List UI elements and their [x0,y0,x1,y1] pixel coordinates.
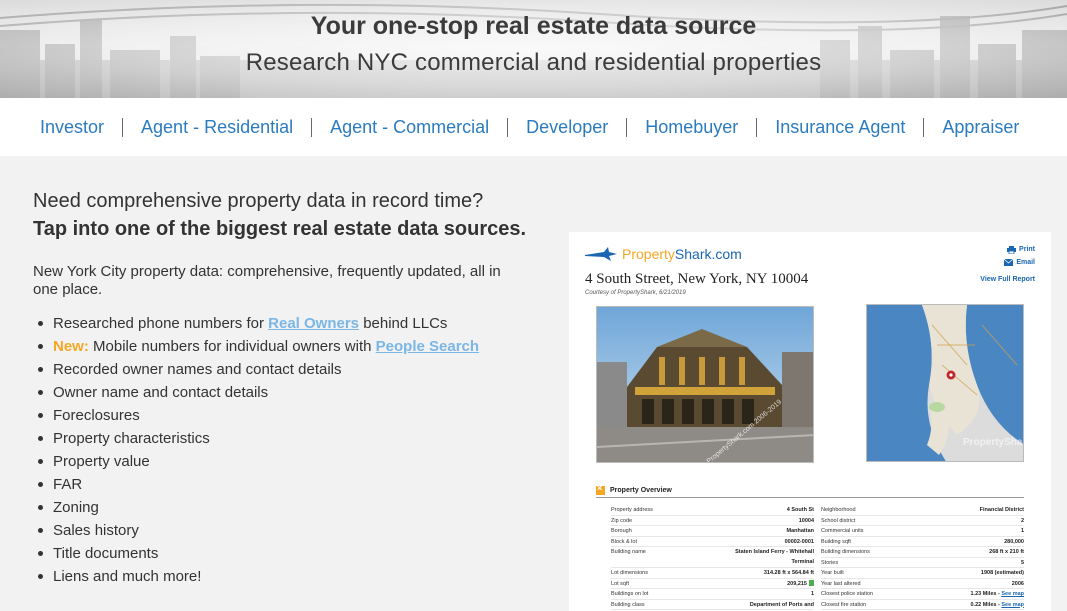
full-report-link[interactable]: View Full Report [980,273,1035,286]
print-action[interactable]: Print [980,243,1035,256]
shark-icon [585,247,617,261]
feature-list: Researched phone numbers for Real Owners… [37,315,479,592]
envelope-icon [1004,259,1014,266]
list-item: Property characteristics [37,431,479,454]
printer-icon [1007,245,1017,254]
list-item: Zoning [37,500,479,523]
property-overview-header[interactable]: Property Overview [596,483,672,495]
nav-appraiser[interactable]: Appraiser [923,117,1037,137]
real-owners-link[interactable]: Real Owners [268,315,359,332]
table-row: Borough Manhattan [611,526,814,537]
map-watermark: PropertyShark [963,437,1024,448]
nav-agent-commercial[interactable]: Agent - Commercial [311,117,507,137]
overview-title: Property Overview [610,487,672,494]
list-item: Recorded owner names and contact details [37,362,479,385]
ferry-terminal-illustration: © PropertyShark.com 2006-2019 [597,307,813,462]
collapse-icon [596,483,605,495]
hero-subheadline: Research NYC commercial and residential … [245,49,822,76]
table-row: Year last altered 2006 [821,579,1024,589]
feature-item-phone: Researched phone numbers for Real Owners… [37,315,479,339]
table-row: Building sqft 280,000 [821,537,1024,547]
nav-developer[interactable]: Developer [507,117,626,137]
fire-see-map-link[interactable]: See map [1001,602,1024,608]
list-item: Property value [37,454,479,477]
list-item: Foreclosures [37,408,479,431]
table-row: Closest fire station 0.22 Miles - See map [821,600,1024,610]
table-row: Commercial units 1 [821,526,1024,537]
feature-item-mobile: New: Mobile numbers for individual owner… [37,338,479,362]
intro-tagline: Tap into one of the biggest real estate … [33,218,527,240]
list-item: Sales history [37,523,479,546]
feature-text: behind LLCs [363,315,448,332]
audience-nav: Investor Agent - Residential Agent - Com… [0,98,1067,156]
report-address: 4 South Street, New York, NY 10004 [585,271,809,287]
table-row: Block & lot 00002-0001 [611,537,814,547]
intro-description: New York City property data: comprehensi… [33,263,501,298]
hero-banner: Your one-stop real estate data source Re… [0,0,1067,98]
sample-report-card: PropertyShark.com Print Email View Full … [569,232,1051,611]
table-row: Neighborhood Financial District [821,505,1024,516]
nav-agent-residential[interactable]: Agent - Residential [122,117,311,137]
report-courtesy: Courtesy of PropertyShark, 6/21/2019 [585,290,686,296]
overview-divider [596,497,1024,498]
nav-homebuyer[interactable]: Homebuyer [626,117,756,137]
map-illustration: PropertyShark [867,305,1024,461]
overview-left-column: Property address 4 South St Zip code 10004… [611,505,814,610]
intro-question: Need comprehensive property data in reco… [33,190,484,212]
overview-right-column: Neighborhood Financial District School di… [821,505,1024,610]
feature-text: Mobile numbers for individual owners wit… [93,338,372,355]
table-row: Year built 1908 (estimated) [821,568,1024,579]
list-item: Title documents [37,546,479,569]
police-see-map-link[interactable]: See map [1001,591,1024,597]
email-label: Email [1016,259,1035,266]
propertyshark-logo: PropertyShark.com [584,246,742,262]
table-row: Property address 4 South St [611,505,814,516]
list-item: FAR [37,477,479,500]
people-search-link[interactable]: People Search [376,338,479,355]
table-row: Lot sqft 209,215 [611,579,814,589]
nav-insurance-agent[interactable]: Insurance Agent [756,117,923,137]
brand-accent: Shark.com [674,246,742,262]
hero-headline: Your one-stop real estate data source [310,12,757,40]
list-item: Owner name and contact details [37,385,479,408]
table-row: Lot dimensions 314.28 ft x 564.84 ft [611,568,814,579]
table-row: Stories 5 [821,558,1024,568]
table-row: Building dimensions 268 ft x 210 ft [821,547,1024,558]
brand-main: Property [622,246,675,262]
property-photo: © PropertyShark.com 2006-2019 [596,306,814,463]
table-row: Closest police station 1.23 Miles - See m… [821,589,1024,600]
feature-text: Researched phone numbers for [53,315,264,332]
email-action[interactable]: Email [980,256,1035,269]
table-row: Building name Staten Island Ferry - White… [611,547,814,568]
table-row: Zip code 10004 [611,516,814,526]
print-label: Print [1019,246,1035,253]
table-row: School district 2 [821,516,1024,526]
new-badge: New: [53,338,89,355]
table-row: Buildings on lot 1 [611,589,814,600]
location-map[interactable]: PropertyShark [866,304,1024,462]
list-item: Liens and much more! [37,569,479,592]
nav-investor[interactable]: Investor [22,117,122,137]
report-actions: Print Email View Full Report [980,243,1035,286]
table-row: Building classDepartment of Ports and Te… [611,600,814,610]
verified-icon [809,580,814,587]
